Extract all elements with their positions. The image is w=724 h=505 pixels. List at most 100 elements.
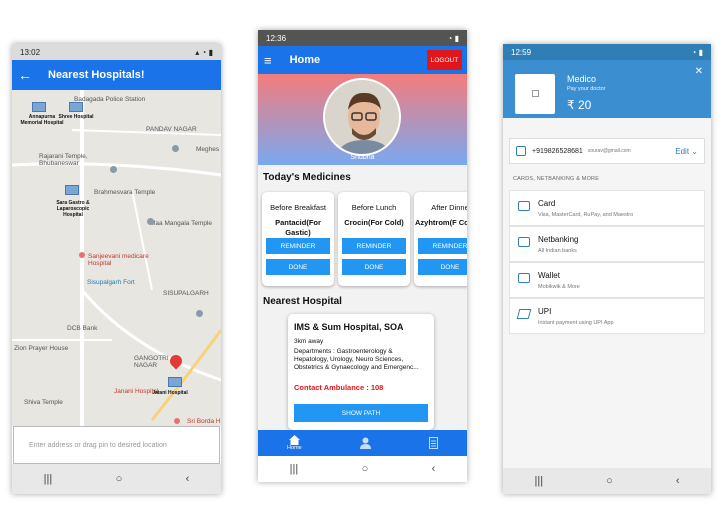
tab-profile[interactable]	[359, 437, 371, 449]
avatar-image	[325, 80, 399, 154]
status-time: 12:59	[511, 47, 532, 57]
hospital-label: Sara Gastro & Laparoscopic Hospital	[56, 200, 90, 218]
user-icon	[359, 437, 371, 449]
page-title: Home	[289, 54, 321, 66]
hospital-marker-icon[interactable]	[65, 185, 79, 195]
poi-marker-icon	[110, 166, 117, 173]
phone-payment: 12:59 ◔ ▮ Medico Pay your doctor ₹ 20 ✕ …	[503, 44, 711, 494]
ambulance-contact: Contact Ambulance : 108	[294, 383, 384, 392]
bank-icon	[518, 237, 530, 247]
payment-method-upi[interactable]: UPI Instant payment using UPI App	[509, 298, 705, 334]
recents-icon[interactable]: |||	[290, 463, 299, 475]
merchant-name: Medico	[567, 74, 597, 84]
reminder-button[interactable]: REMINDER	[266, 238, 330, 254]
payment-method-card[interactable]: Card Visa, MasterCard, RuPay, and Maestr…	[509, 190, 705, 226]
poi-marker-icon	[172, 145, 179, 152]
map-view[interactable]: Badagada Police Station PANDAV NAGAR Meg…	[12, 90, 221, 426]
system-nav-bar: ||| ○ ‹	[258, 456, 467, 482]
status-bar: 12:36 ◔ ▮	[258, 30, 467, 46]
method-title: UPI	[538, 307, 552, 316]
app-bar: ≡ Home LOGOUT	[258, 46, 467, 74]
contact-row: +919826528681 sourav@gmail.com Edit ⌄	[509, 138, 705, 164]
method-description: Visa, MasterCard, RuPay, and Maestro	[538, 212, 634, 218]
back-chevron-icon[interactable]: ‹	[432, 463, 436, 475]
reminder-button[interactable]: REMINDER	[342, 238, 406, 254]
edit-button[interactable]: Edit ⌄	[675, 147, 698, 156]
poi-marker-icon	[79, 252, 85, 258]
street-label: Zion Prayer House	[14, 345, 69, 352]
home-circle-icon[interactable]: ○	[606, 475, 613, 487]
show-path-button[interactable]: SHOW PATH	[294, 404, 428, 422]
home-circle-icon[interactable]: ○	[362, 463, 369, 475]
street-label: PANDAV NAGAR	[146, 126, 197, 133]
hospital-label: Shree Hospital	[58, 114, 94, 120]
bottom-navigation: Home	[258, 430, 467, 456]
payment-method-wallet[interactable]: Wallet Mobikwik & More	[509, 262, 705, 298]
medicine-card: Before Lunch Crocin(For Cold) REMINDER D…	[338, 192, 410, 286]
status-time: 13:02	[20, 47, 41, 57]
app-bar: ← Nearest Hospitals!	[12, 60, 221, 90]
back-chevron-icon[interactable]: ‹	[186, 473, 190, 485]
poi-marker-icon	[174, 418, 180, 424]
chevron-down-icon: ⌄	[691, 146, 698, 156]
payment-method-netbanking[interactable]: Netbanking All Indian banks	[509, 226, 705, 262]
nearest-hospital-heading: Nearest Hospital	[263, 296, 342, 307]
medicine-card: Before Breakfast Pantacid(For Gastic) RE…	[262, 192, 334, 286]
reminder-button[interactable]: REMINDER	[418, 238, 467, 254]
menu-icon[interactable]: ≡	[264, 53, 272, 68]
email-address: sourav@gmail.com	[587, 148, 631, 154]
medicine-time: Before Breakfast	[270, 203, 326, 212]
page-title: Nearest Hospitals!	[48, 69, 145, 81]
done-button[interactable]: DONE	[418, 259, 467, 275]
address-input[interactable]: Enter address or drag pin to desired loc…	[13, 426, 220, 464]
poi-marker-icon	[147, 218, 154, 225]
method-description: Instant payment using UPI App	[538, 320, 614, 326]
status-icons: ▴ ◔ ▮	[195, 47, 213, 57]
medicine-name: Crocin(For Cold)	[344, 218, 404, 227]
payment-amount: ₹ 20	[567, 98, 592, 112]
street-label: SISUPALGARH	[163, 290, 209, 297]
street-label: Shiva Temple	[24, 399, 63, 406]
hospital-marker-icon[interactable]	[69, 102, 83, 112]
tab-home[interactable]: Home	[287, 435, 302, 451]
upi-icon	[516, 309, 532, 319]
medicine-name: Pantacid(For Gastic)	[275, 218, 321, 237]
phone-number: +919826528681	[532, 147, 583, 155]
document-icon	[428, 437, 438, 449]
method-title: Card	[538, 199, 556, 208]
tab-label: Home	[287, 445, 302, 451]
street-label: Maa Mangala Temple	[150, 220, 213, 227]
home-circle-icon[interactable]: ○	[116, 473, 123, 485]
method-title: Netbanking	[538, 235, 579, 244]
medicine-time: After Dinne	[431, 203, 467, 212]
contact-card-icon	[516, 146, 526, 156]
hospital-marker-icon[interactable]	[168, 377, 182, 387]
street-label: Meghes	[196, 146, 220, 153]
medicines-heading: Today's Medicines	[263, 172, 351, 183]
merchant-subtitle: Pay your doctor	[567, 86, 606, 92]
status-bar: 13:02 ▴ ◔ ▮	[12, 44, 221, 60]
done-button[interactable]: DONE	[266, 259, 330, 275]
done-button[interactable]: DONE	[342, 259, 406, 275]
hospital-label: Jatani Hospital	[152, 390, 188, 396]
street-label: Sisupalgarh Fort	[87, 279, 135, 286]
phone-nearest-hospitals: 13:02 ▴ ◔ ▮ ← Nearest Hospitals! Badagad…	[12, 44, 221, 494]
status-icons: ◔ ▮	[691, 47, 703, 57]
poi-marker-icon	[196, 310, 203, 317]
logout-button[interactable]: LOGOUT	[427, 50, 462, 70]
recents-icon[interactable]: |||	[535, 475, 544, 487]
close-icon[interactable]: ✕	[695, 66, 703, 77]
street-label: Brahmesvara Temple	[94, 189, 156, 196]
street-label: Sanjeevani medicare Hospital	[88, 253, 149, 267]
medicine-time: Before Lunch	[351, 203, 397, 212]
street-label: DCB Bank	[67, 325, 98, 332]
tab-records[interactable]	[428, 437, 438, 449]
medicine-card: After Dinne Azyhtrom(F Cough) REMINDER D…	[414, 192, 467, 286]
recents-icon[interactable]: |||	[44, 473, 53, 485]
system-nav-bar: ||| ○ ‹	[503, 468, 711, 494]
back-chevron-icon[interactable]: ‹	[676, 475, 680, 487]
card-icon	[518, 201, 530, 211]
status-icons: ◔ ▮	[447, 33, 459, 43]
back-arrow-icon[interactable]: ←	[18, 67, 32, 83]
hospital-marker-icon[interactable]	[32, 102, 46, 112]
